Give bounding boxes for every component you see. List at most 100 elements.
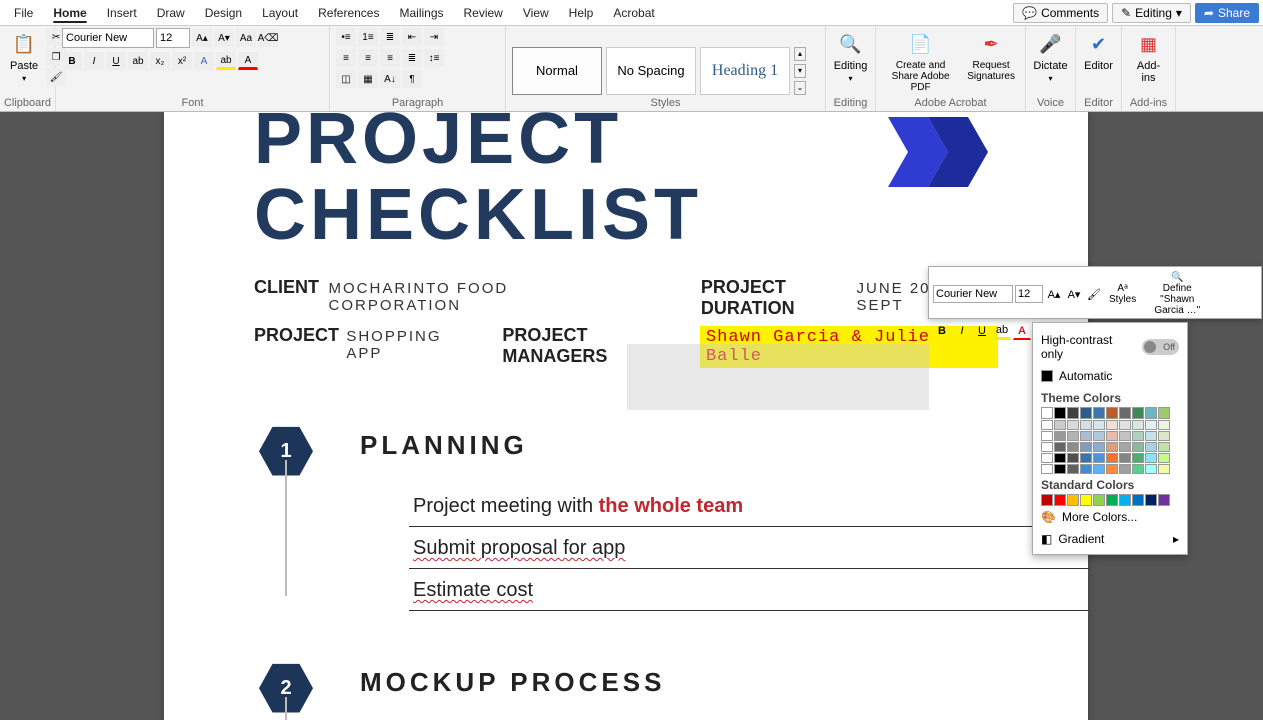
justify-button[interactable]: ≣ [402, 49, 422, 67]
show-marks-button[interactable]: ¶ [402, 70, 422, 88]
create-share-pdf-button[interactable]: 📄 Create and Share Adobe PDF [882, 28, 959, 95]
color-swatch[interactable] [1132, 453, 1144, 463]
highlight-button[interactable]: ab [216, 52, 236, 70]
color-swatch[interactable] [1041, 420, 1053, 430]
color-swatch[interactable] [1067, 464, 1079, 474]
text-effects-button[interactable]: A [194, 52, 214, 70]
shading-button[interactable]: ◫ [336, 70, 356, 88]
color-swatch[interactable] [1067, 494, 1079, 506]
color-swatch[interactable] [1145, 464, 1157, 474]
mini-styles-button[interactable]: Aᵃ Styles [1105, 281, 1140, 307]
color-swatch[interactable] [1093, 420, 1105, 430]
style-heading-1[interactable]: Heading 1 [700, 47, 790, 95]
addins-button[interactable]: ▦ Add-ins [1128, 28, 1169, 86]
color-swatch[interactable] [1054, 407, 1066, 419]
color-swatch[interactable] [1119, 420, 1131, 430]
mini-font-color[interactable]: A [1013, 322, 1031, 340]
color-swatch[interactable] [1106, 407, 1118, 419]
styles-expand[interactable]: ⌄ [794, 81, 806, 95]
color-swatch[interactable] [1093, 453, 1105, 463]
color-swatch[interactable] [1145, 494, 1157, 506]
tab-file[interactable]: File [4, 2, 43, 24]
color-swatch[interactable] [1054, 453, 1066, 463]
tab-acrobat[interactable]: Acrobat [603, 2, 664, 24]
mini-define-style-button[interactable]: 🔍 Define "Shawn Garcia …" [1142, 270, 1212, 318]
tab-references[interactable]: References [308, 2, 389, 24]
color-swatch[interactable] [1106, 442, 1118, 452]
clear-formatting-button[interactable]: A⌫ [258, 29, 278, 47]
font-size-input[interactable] [156, 28, 190, 48]
color-swatch[interactable] [1093, 407, 1105, 419]
more-colors-row[interactable]: 🎨 More Colors... [1041, 506, 1179, 528]
color-swatch[interactable] [1054, 431, 1066, 441]
tab-layout[interactable]: Layout [252, 2, 308, 24]
color-swatch[interactable] [1067, 453, 1079, 463]
sort-button[interactable]: A↓ [380, 70, 400, 88]
mini-italic[interactable]: I [953, 322, 971, 340]
color-swatch[interactable] [1106, 494, 1118, 506]
align-right-button[interactable]: ≡ [380, 49, 400, 67]
color-swatch[interactable] [1067, 420, 1079, 430]
color-swatch[interactable] [1054, 442, 1066, 452]
color-swatch[interactable] [1145, 407, 1157, 419]
color-swatch[interactable] [1041, 453, 1053, 463]
color-swatch[interactable] [1054, 420, 1066, 430]
color-swatch[interactable] [1132, 407, 1144, 419]
task-row[interactable]: Submit proposal for app [409, 527, 1089, 569]
editing-mode-button[interactable]: ✎ Editing ▾ [1112, 3, 1191, 23]
color-swatch[interactable] [1158, 407, 1170, 419]
color-swatch[interactable] [1054, 464, 1066, 474]
document-page[interactable]: PROJECT CHECKLIST CLIENT MOCHARINTO FOOD… [164, 112, 1088, 720]
color-swatch[interactable] [1158, 464, 1170, 474]
tab-home[interactable]: Home [43, 2, 96, 24]
task-row[interactable]: Project meeting with the whole team [409, 485, 1089, 527]
color-swatch[interactable] [1067, 407, 1079, 419]
style-normal[interactable]: Normal [512, 47, 602, 95]
color-swatch[interactable] [1158, 442, 1170, 452]
high-contrast-toggle-row[interactable]: High-contrast only Off [1041, 329, 1179, 365]
bullets-button[interactable]: •≡ [336, 28, 356, 46]
increase-indent-button[interactable]: ⇥ [424, 28, 444, 46]
tab-design[interactable]: Design [195, 2, 252, 24]
color-swatch[interactable] [1145, 453, 1157, 463]
comments-button[interactable]: 💬 Comments [1013, 3, 1108, 23]
color-swatch[interactable] [1041, 431, 1053, 441]
bold-button[interactable]: B [62, 52, 82, 70]
color-swatch[interactable] [1158, 420, 1170, 430]
color-swatch[interactable] [1106, 420, 1118, 430]
color-swatch[interactable] [1080, 420, 1092, 430]
decrease-indent-button[interactable]: ⇤ [402, 28, 422, 46]
color-swatch[interactable] [1158, 494, 1170, 506]
color-swatch[interactable] [1093, 464, 1105, 474]
line-spacing-button[interactable]: ↕≡ [424, 49, 444, 67]
color-swatch[interactable] [1145, 420, 1157, 430]
color-swatch[interactable] [1119, 431, 1131, 441]
change-case-button[interactable]: Aa [236, 29, 256, 47]
mini-bold[interactable]: B [933, 322, 951, 340]
color-swatch[interactable] [1132, 464, 1144, 474]
shrink-font-button[interactable]: A▾ [214, 29, 234, 47]
italic-button[interactable]: I [84, 52, 104, 70]
color-swatch[interactable] [1093, 442, 1105, 452]
task-row[interactable]: Estimate cost [409, 569, 1089, 611]
color-swatch[interactable] [1132, 494, 1144, 506]
grow-font-button[interactable]: A▴ [192, 29, 212, 47]
color-swatch[interactable] [1106, 431, 1118, 441]
color-swatch[interactable] [1041, 407, 1053, 419]
mini-grow-font[interactable]: A▴ [1045, 285, 1063, 303]
color-swatch[interactable] [1080, 464, 1092, 474]
color-swatch[interactable] [1158, 431, 1170, 441]
borders-button[interactable]: ▦ [358, 70, 378, 88]
subscript-button[interactable]: x₂ [150, 52, 170, 70]
underline-button[interactable]: U [106, 52, 126, 70]
tab-review[interactable]: Review [454, 2, 513, 24]
color-swatch[interactable] [1080, 431, 1092, 441]
mini-format-painter[interactable]: 🖌 [1085, 285, 1103, 303]
color-swatch[interactable] [1041, 494, 1053, 506]
tab-draw[interactable]: Draw [147, 2, 195, 24]
align-left-button[interactable]: ≡ [336, 49, 356, 67]
mini-size-input[interactable] [1015, 285, 1043, 303]
dictate-button[interactable]: 🎤 Dictate ▾ [1032, 28, 1069, 85]
color-swatch[interactable] [1080, 407, 1092, 419]
color-swatch[interactable] [1080, 453, 1092, 463]
